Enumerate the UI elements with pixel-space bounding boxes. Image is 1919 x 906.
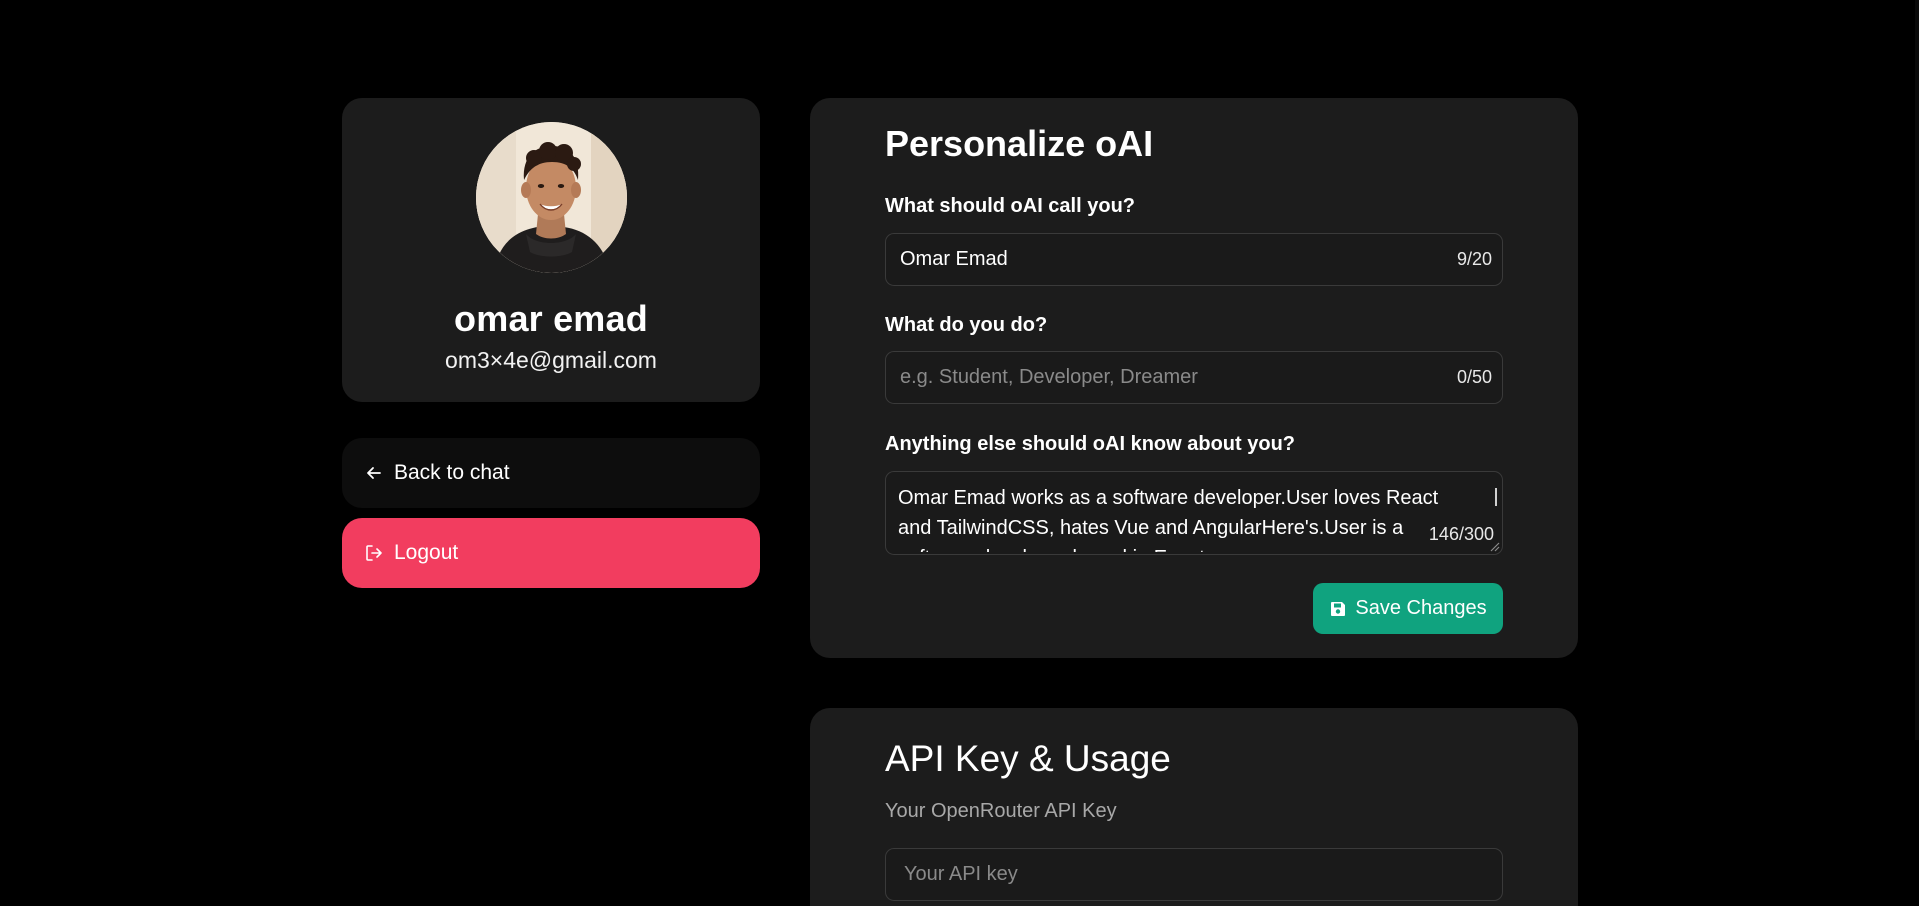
settings-page: omar emad om3×4e@gmail.com Back to chat …: [0, 0, 1919, 906]
user-avatar: [475, 122, 627, 273]
api-key-title: API Key & Usage: [885, 738, 1171, 779]
textarea-scrollbar[interactable]: [1495, 488, 1497, 506]
page-scrollbar-thumb[interactable]: [1915, 0, 1919, 740]
arrow-left-icon: [364, 463, 384, 483]
api-key-card: API Key & Usage Your OpenRouter API Key: [810, 708, 1578, 906]
logout-icon: [364, 543, 384, 563]
api-key-input[interactable]: [902, 862, 1486, 887]
resize-handle-icon[interactable]: [1488, 540, 1500, 552]
api-key-subtitle: Your OpenRouter API Key: [885, 800, 1117, 822]
about-field-label: Anything else should oAI know about you?: [885, 433, 1295, 455]
save-changes-label: Save Changes: [1355, 597, 1487, 619]
name-field: 9/20: [885, 233, 1503, 286]
name-counter: 9/20: [1456, 249, 1492, 269]
personalize-card: Personalize oAI What should oAI call you…: [810, 98, 1578, 658]
job-input[interactable]: [898, 365, 1457, 390]
save-changes-button[interactable]: Save Changes: [1313, 583, 1503, 634]
user-name: omar emad: [454, 298, 648, 339]
personalize-title: Personalize oAI: [885, 123, 1154, 164]
back-to-chat-button[interactable]: Back to chat: [342, 438, 760, 508]
about-field: Omar Emad works as a software developer.…: [885, 471, 1503, 555]
page-scrollbar[interactable]: [1915, 0, 1919, 906]
back-to-chat-label: Back to chat: [394, 461, 510, 484]
user-email: om3×4e@gmail.com: [445, 347, 657, 373]
floppy-disk-icon: [1329, 600, 1347, 618]
profile-card: omar emad om3×4e@gmail.com: [342, 98, 760, 402]
avatar-photo-icon: [475, 122, 627, 273]
job-field-label: What do you do?: [885, 314, 1048, 336]
logout-button[interactable]: Logout: [342, 518, 760, 588]
logout-label: Logout: [394, 541, 459, 564]
job-counter: 0/50: [1456, 367, 1492, 387]
job-field: 0/50: [885, 351, 1503, 404]
api-key-field: [885, 848, 1503, 901]
about-textarea[interactable]: Omar Emad works as a software developer.…: [886, 472, 1486, 552]
name-input[interactable]: [898, 247, 1457, 272]
about-counter: 146/300: [1428, 524, 1494, 544]
name-field-label: What should oAI call you?: [885, 195, 1135, 217]
